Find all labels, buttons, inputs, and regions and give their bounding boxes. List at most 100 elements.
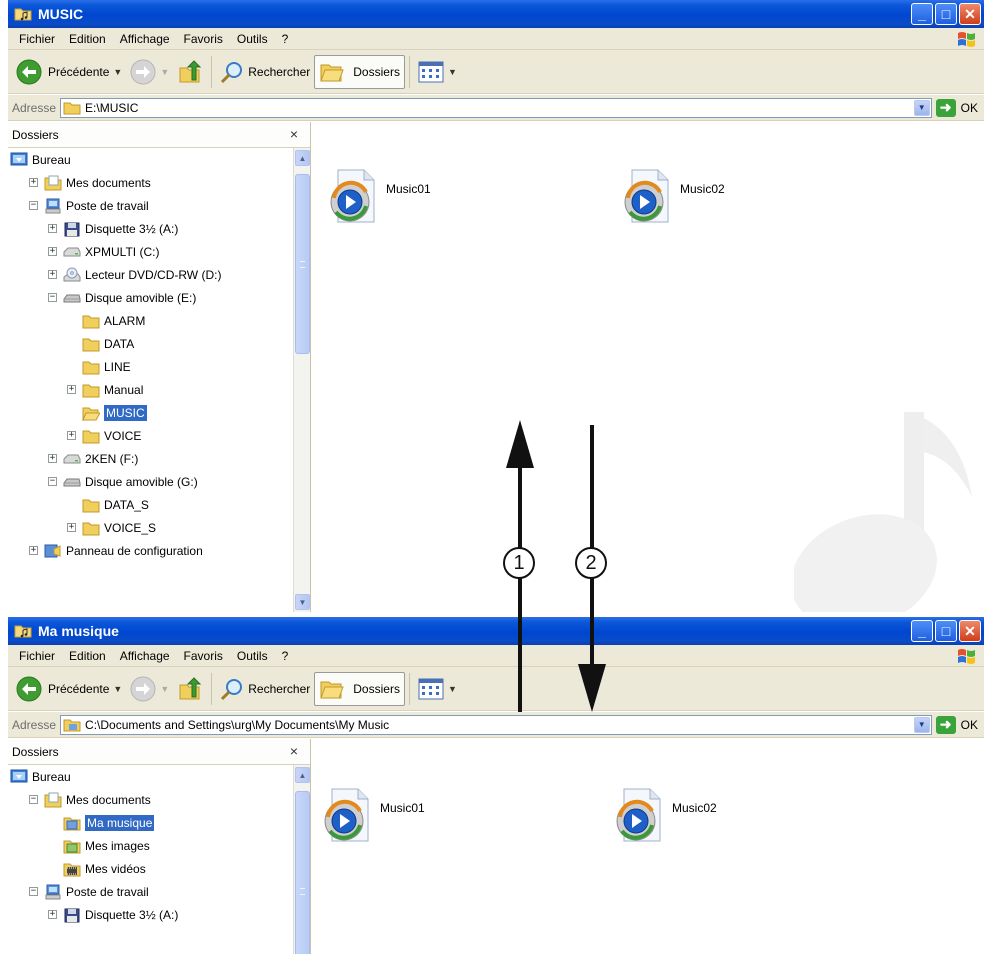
tree-item[interactable]: ALARM	[8, 309, 290, 332]
tree-item[interactable]: DATA	[8, 332, 290, 355]
expand-icon[interactable]: +	[48, 224, 57, 233]
tree-item[interactable]: Bureau	[8, 148, 290, 171]
title-bar[interactable]: MUSIC _ □ ✕	[8, 0, 984, 28]
expand-icon[interactable]: +	[67, 385, 76, 394]
expand-icon[interactable]: +	[48, 454, 57, 463]
chevron-down-icon[interactable]: ▼	[448, 67, 457, 77]
tree-item[interactable]: DATA_S	[8, 493, 290, 516]
chevron-down-icon[interactable]: ▼	[913, 99, 930, 116]
title-bar[interactable]: Ma musique _ □ ✕	[8, 617, 984, 645]
menu-fichier[interactable]: Fichier	[12, 649, 62, 663]
expand-icon[interactable]: +	[48, 910, 57, 919]
tree-item[interactable]: Mes images	[8, 834, 290, 857]
chevron-down-icon[interactable]: ▼	[113, 67, 122, 77]
menu-favoris[interactable]: Favoris	[177, 649, 230, 663]
file-item[interactable]: Music01	[322, 787, 425, 843]
minimize-button[interactable]: _	[911, 3, 933, 25]
tree-item[interactable]: MUSIC	[8, 401, 290, 424]
go-button[interactable]: ➜ OK	[932, 98, 984, 117]
file-item[interactable]: Music02	[614, 787, 717, 843]
tree-item[interactable]: Mes vidéos	[8, 857, 290, 880]
address-input[interactable]: E:\MUSIC ▼	[60, 97, 932, 118]
menu-edition[interactable]: Edition	[62, 32, 113, 46]
maximize-button[interactable]: □	[935, 620, 957, 642]
scroll-up-icon[interactable]: ▲	[295, 150, 310, 166]
close-icon[interactable]: ×	[290, 126, 298, 142]
tree-item[interactable]: + VOICE	[8, 424, 290, 447]
tree-item[interactable]: + Disquette 3½ (A:)	[8, 217, 290, 240]
tree-item-label: Mes images	[85, 838, 150, 853]
menu-affichage[interactable]: Affichage	[113, 32, 177, 46]
menu-affichage[interactable]: Affichage	[113, 649, 177, 663]
tree-item[interactable]: − Disque amovible (G:)	[8, 470, 290, 493]
chevron-down-icon[interactable]: ▼	[160, 67, 169, 77]
file-item[interactable]: Music02	[622, 168, 725, 224]
collapse-icon[interactable]: −	[29, 887, 38, 896]
tree-item[interactable]: + XPMULTI (C:)	[8, 240, 290, 263]
tree-item[interactable]: + VOICE_S	[8, 516, 290, 539]
tree-item[interactable]: + Manual	[8, 378, 290, 401]
collapse-icon[interactable]: −	[29, 201, 38, 210]
tree-item[interactable]: +2KEN (F:)	[8, 447, 290, 470]
maximize-button[interactable]: □	[935, 3, 957, 25]
scrollbar[interactable]: ▲	[293, 765, 310, 954]
scroll-down-icon[interactable]: ▼	[295, 594, 310, 610]
views-button[interactable]: ▼	[414, 672, 461, 706]
menu-edition[interactable]: Edition	[62, 649, 113, 663]
tree-item[interactable]: + Lecteur DVD/CD-RW (D:)	[8, 263, 290, 286]
search-label: Rechercher	[248, 64, 311, 79]
go-button[interactable]: ➜ OK	[932, 715, 984, 734]
expand-icon[interactable]: +	[48, 270, 57, 279]
chevron-down-icon[interactable]: ▼	[448, 684, 457, 694]
tree-item[interactable]: + Panneau de configuration	[8, 539, 290, 562]
tree-item[interactable]: Bureau	[8, 765, 290, 788]
menu-outils[interactable]: Outils	[230, 649, 275, 663]
up-folder-button[interactable]	[173, 55, 207, 89]
folders-button[interactable]: Dossiers	[314, 54, 405, 89]
expand-icon[interactable]: +	[29, 178, 38, 187]
back-button[interactable]: Précédente ▼	[12, 672, 126, 706]
up-folder-button[interactable]	[173, 672, 207, 706]
scrollbar[interactable]: ▲ ▼	[293, 148, 310, 612]
scroll-up-icon[interactable]: ▲	[295, 767, 310, 783]
file-item[interactable]: Music01	[328, 168, 431, 224]
address-input[interactable]: C:\Documents and Settings\urg\My Documen…	[60, 714, 932, 735]
expand-icon[interactable]: +	[67, 523, 76, 532]
tree-item[interactable]: − Poste de travail	[8, 194, 290, 217]
forward-button[interactable]: ▼	[126, 55, 173, 89]
menu-outils[interactable]: Outils	[230, 32, 275, 46]
tree-item[interactable]: − Disque amovible (E:)	[8, 286, 290, 309]
tree-item[interactable]: + Disquette 3½ (A:)	[8, 903, 290, 926]
menu-help[interactable]: ?	[275, 649, 296, 663]
search-button[interactable]: Rechercher	[216, 55, 314, 89]
close-icon[interactable]: ×	[290, 743, 298, 759]
expand-icon[interactable]: +	[48, 247, 57, 256]
tree-item[interactable]: Ma musique	[8, 811, 290, 834]
menu-favoris[interactable]: Favoris	[177, 32, 230, 46]
collapse-icon[interactable]: −	[29, 795, 38, 804]
chevron-down-icon[interactable]: ▼	[160, 684, 169, 694]
back-button[interactable]: Précédente ▼	[12, 55, 126, 89]
close-button[interactable]: ✕	[959, 3, 981, 25]
views-button[interactable]: ▼	[414, 55, 461, 89]
expand-icon[interactable]: +	[29, 546, 38, 555]
chevron-down-icon[interactable]: ▼	[913, 716, 930, 733]
scroll-thumb[interactable]	[295, 791, 310, 954]
expand-icon[interactable]: +	[67, 431, 76, 440]
file-name: Music01	[380, 801, 425, 815]
menu-fichier[interactable]: Fichier	[12, 32, 62, 46]
chevron-down-icon[interactable]: ▼	[113, 684, 122, 694]
tree-item[interactable]: − Mes documents	[8, 788, 290, 811]
forward-button[interactable]: ▼	[126, 672, 173, 706]
close-button[interactable]: ✕	[959, 620, 981, 642]
search-button[interactable]: Rechercher	[216, 672, 314, 706]
collapse-icon[interactable]: −	[48, 477, 57, 486]
folders-button[interactable]: Dossiers	[314, 671, 405, 706]
minimize-button[interactable]: _	[911, 620, 933, 642]
scroll-thumb[interactable]	[295, 174, 310, 354]
menu-help[interactable]: ?	[275, 32, 296, 46]
tree-item[interactable]: LINE	[8, 355, 290, 378]
tree-item[interactable]: + Mes documents	[8, 171, 290, 194]
collapse-icon[interactable]: −	[48, 293, 57, 302]
tree-item[interactable]: − Poste de travail	[8, 880, 290, 903]
